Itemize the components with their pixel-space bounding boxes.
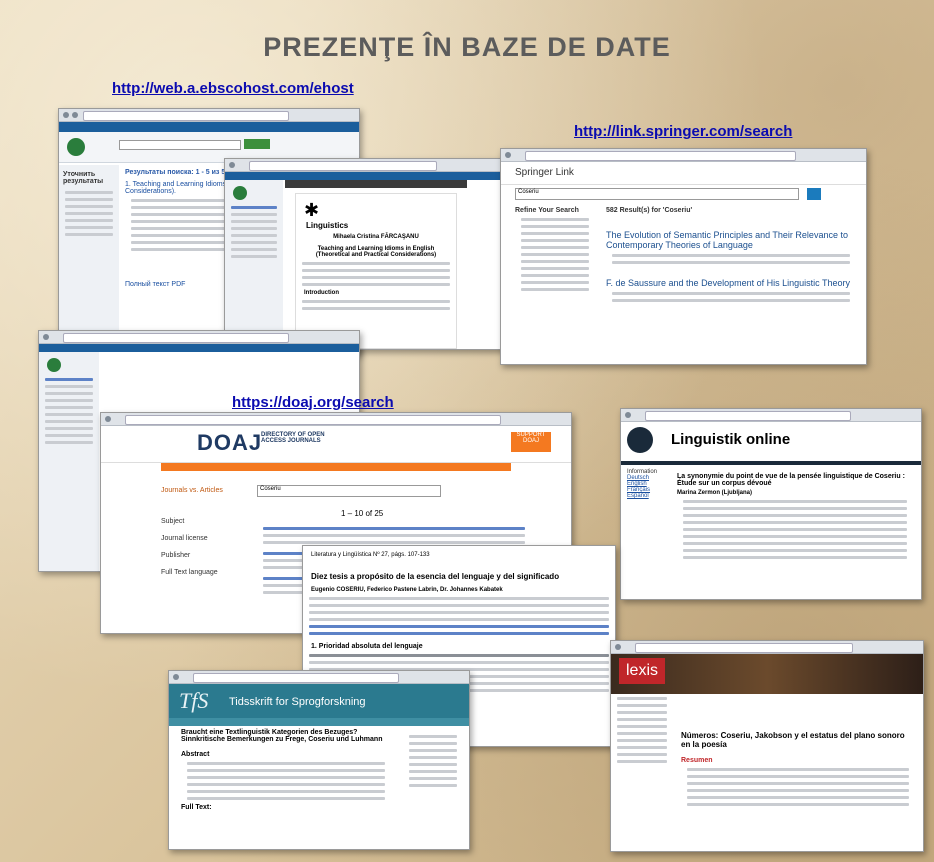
springer-result-2[interactable]: F. de Saussure and the Development of Hi… [606,278,856,288]
ebsco-url-link[interactable]: http://web.a.ebscohost.com/ehost [112,80,354,97]
tfs-abstract-label: Abstract [181,751,210,758]
paper-title: La synonymie du point de vue de la pensé… [677,473,905,487]
refine-search-label: Refine Your Search [515,207,579,214]
lexis-article-title: Números: Coseriu, Jakobson y el estatus … [681,731,905,749]
ebsco-logo-icon [47,358,61,372]
linguistik-title: Linguistik online [671,431,791,448]
springer-logo: Springer Link [515,167,574,178]
facet-publisher[interactable]: Publisher [161,552,241,559]
refine-results-label: Уточнить результаты [63,171,104,185]
lyl-journal: Literatura y Lingüística Nº 27, págs. 10… [311,552,430,558]
facet-journals-articles[interactable]: Journals vs. Articles [161,487,241,494]
doaj-results-count: 1 – 10 of 25 [341,509,384,518]
facet-license[interactable]: Journal license [161,535,241,542]
doaj-logo-sub: DIRECTORY OF OPEN ACCESS JOURNALS [261,432,325,444]
lexis-logo: lexis [619,658,665,684]
facet-subject[interactable]: Subject [161,518,241,525]
tfs-screenshot: TfS Tidsskrift for Sprogforskning Brauch… [168,670,470,850]
doaj-logo: DOAJ [197,430,263,455]
tfs-name: Tidsskrift for Sprogforskning [229,696,366,708]
tfs-logo: TfS [179,688,209,713]
menu-espanol[interactable]: Español [627,493,671,499]
article-title: Teaching and Learning Idioms in English … [315,246,437,258]
doaj-search-input[interactable]: Coseriu [257,485,441,497]
ebsco-search-input[interactable] [119,140,241,150]
support-doaj-button[interactable]: SUPPORT DOAJ [511,432,551,452]
tfs-article-title: Braucht eine Textlinguistik Kategorien d… [181,729,383,743]
doaj-url-link[interactable]: https://doaj.org/search [232,394,394,411]
paper-author: Marina Zermon (Ljubljana) [677,490,753,496]
article-section: Introduction [304,290,339,296]
springer-result-1[interactable]: The Evolution of Semantic Principles and… [606,230,856,250]
article-heading: Linguistics [306,221,349,230]
springer-search-button[interactable] [807,188,821,200]
ebsco-search-button[interactable] [244,139,270,149]
springer-url-link[interactable]: http://link.springer.com/search [574,123,792,140]
springer-screenshot: Springer Link Coseriu Refine Your Search… [500,148,867,365]
linguistik-online-screenshot: Linguistik online Information Deutsch En… [620,408,922,600]
ebsco-pdf-viewer: ✱ Linguistics Mihaela Cristina FĂRCAŞANU… [224,158,508,350]
globe-icon [627,427,653,453]
springer-search-input[interactable]: Coseriu [515,188,799,200]
star-icon: ✱ [304,200,320,220]
slide-title: PREZENŢE ÎN BAZE DE DATE [263,32,671,62]
doaj-nav [161,463,511,471]
lyl-section: 1. Prioridad absoluta del lenguaje [311,643,423,650]
article-author: Mihaela Cristina FĂRCAŞANU [333,234,419,240]
facet-language[interactable]: Full Text language [161,569,241,576]
lexis-section: Resumen [681,757,713,764]
lyl-title: Diez tesis a propósito de la esencia del… [311,572,560,581]
browser-toolbar [59,109,359,122]
ebsco-logo-icon [233,186,247,200]
results-count: 582 Result(s) for 'Coseriu' [606,207,693,214]
lexis-screenshot: lexis Números: Coseriu, Jakobson y el es… [610,640,924,852]
lyl-authors: Eugenio COSERIU, Federico Pastene Labrin… [311,587,503,593]
ebsco-topbar [59,122,359,132]
tfs-fulltext-label: Full Text: [181,804,212,811]
ebsco-logo-icon [67,138,85,156]
